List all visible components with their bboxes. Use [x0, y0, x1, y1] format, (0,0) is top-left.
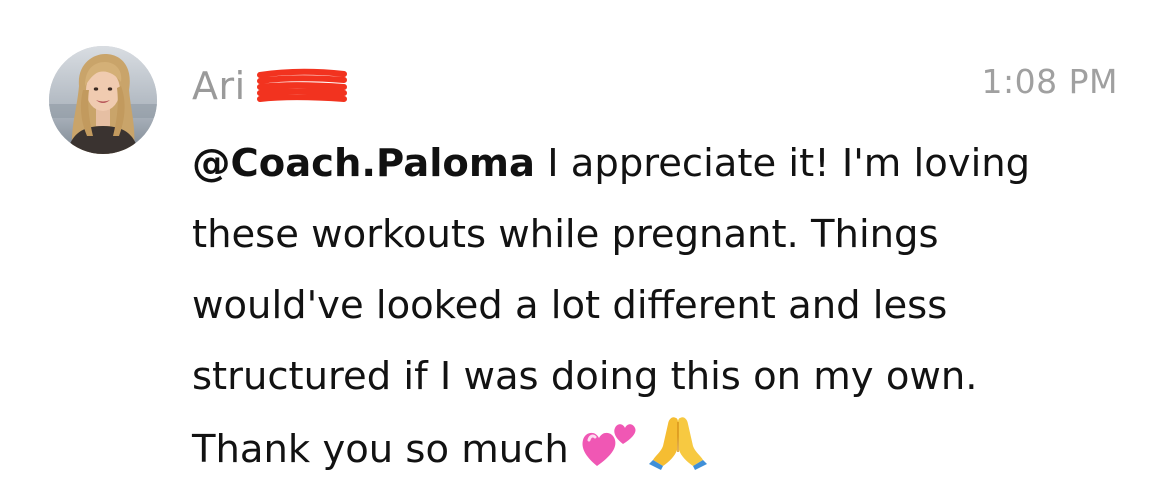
- author-header: Ari: [192, 60, 348, 112]
- message-line-1: @Coach.Paloma I appreciate it! I'm lovin…: [192, 128, 1132, 199]
- avatar[interactable]: [49, 46, 157, 154]
- folded-hands-icon: [648, 417, 707, 470]
- message-line-5: Thank you so much: [192, 412, 1132, 485]
- message-line-3: would've looked a lot different and less: [192, 283, 948, 328]
- message-timestamp: 1:08 PM: [981, 62, 1118, 101]
- redaction-scribble: [256, 68, 347, 102]
- mention-link[interactable]: @Coach.Paloma: [192, 141, 535, 186]
- message-line-4: structured if I was doing this on my own…: [192, 354, 978, 399]
- user-photo: [49, 46, 157, 154]
- author-name[interactable]: Ari: [192, 64, 246, 108]
- message-line-2: these workouts while pregnant. Things: [192, 212, 939, 257]
- message-text-5: Thank you so much: [192, 427, 569, 472]
- message-body: @Coach.Paloma I appreciate it! I'm lovin…: [192, 128, 1132, 485]
- chat-message: Ari 1:08 PM @Coach.Paloma I appreciate i…: [0, 0, 1170, 490]
- message-text-1: I appreciate it! I'm loving: [534, 141, 1031, 186]
- two-hearts-icon: [582, 424, 636, 466]
